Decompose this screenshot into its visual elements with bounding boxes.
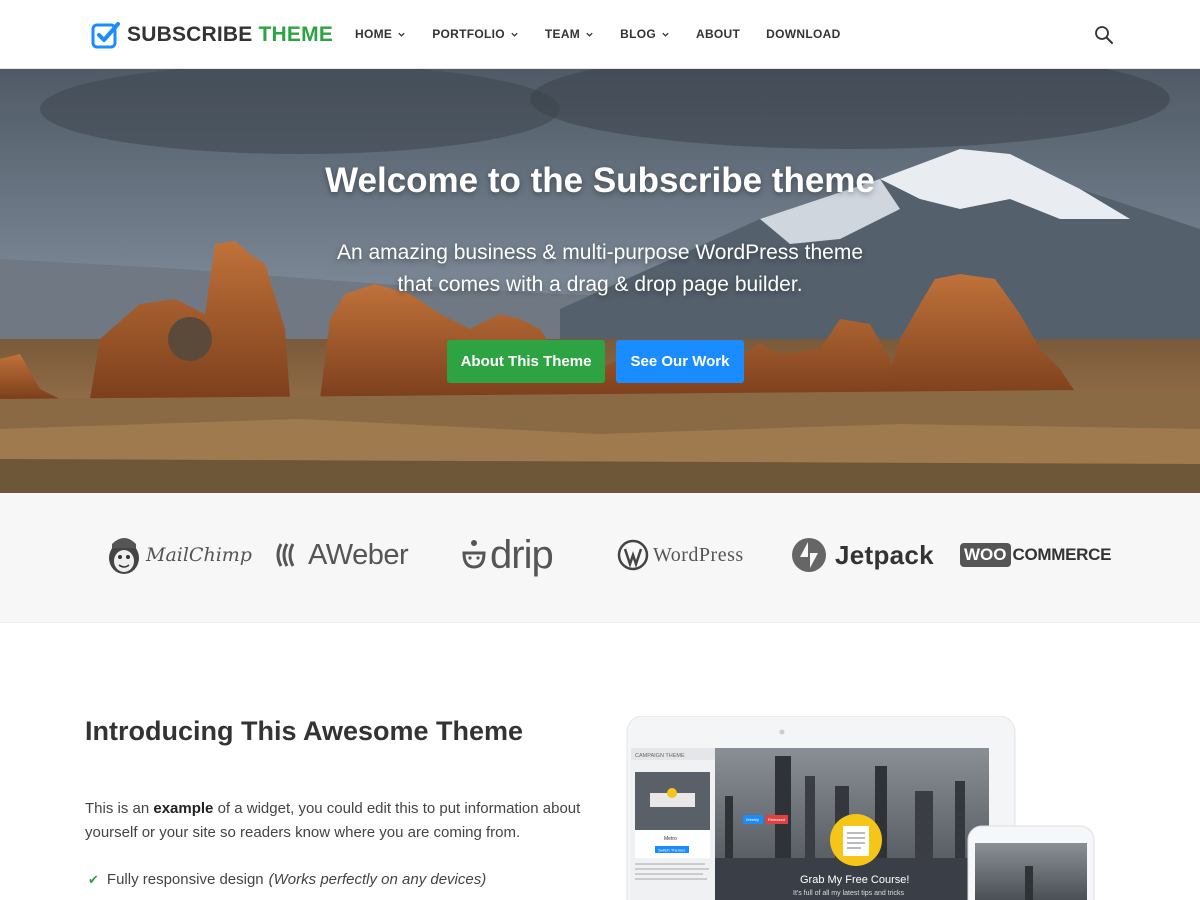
- nav-label: HOME: [355, 27, 393, 41]
- nav-item-home[interactable]: HOME: [355, 27, 406, 41]
- jetpack-logo: Jetpack: [791, 533, 934, 577]
- site-logo[interactable]: SUBSCRIBE THEME: [91, 20, 333, 50]
- see-our-work-button[interactable]: See Our Work: [616, 340, 744, 383]
- hero-banner: Welcome to the Subscribe theme An amazin…: [0, 69, 1200, 493]
- nav-label: ABOUT: [695, 27, 741, 41]
- site-title: SUBSCRIBE THEME: [127, 23, 334, 46]
- chevron-down-icon: [511, 32, 518, 37]
- wordpress-logo: WordPress: [617, 533, 744, 577]
- chevron-down-icon: [586, 32, 593, 37]
- nav-label: DOWNLOAD: [766, 27, 841, 41]
- feature-label: Fully responsive design: [106, 871, 264, 888]
- check-icon: ✔: [88, 871, 99, 887]
- aweber-logo: AWeber: [275, 533, 409, 577]
- aweber-name: AWeber: [308, 538, 409, 571]
- mockup-tag-released: Released: [768, 817, 785, 822]
- chevron-down-icon: [398, 32, 405, 37]
- search-icon[interactable]: [1094, 25, 1114, 45]
- intro-text-bold: example: [153, 800, 214, 817]
- jetpack-icon: [792, 538, 826, 572]
- checkbox-icon: [91, 22, 120, 49]
- drip-logo: drip: [462, 532, 554, 577]
- mockup-sidebar-item: Metro: [664, 836, 677, 842]
- device-mockup-image: CAMPAIGN THEME Metro Switch Themes Weekl…: [625, 716, 1095, 900]
- partner-logos: MailChimp AWeber drip WordPress Jetpack …: [0, 493, 1200, 623]
- nav-item-portfolio[interactable]: PORTFOLIO: [432, 27, 519, 41]
- hero-subtitle-line: that comes with a drag & drop page build…: [397, 273, 803, 296]
- mockup-sidebar-title: CAMPAIGN THEME: [635, 753, 685, 759]
- aweber-icon: [276, 543, 295, 567]
- mockup-tag-weekly: Weekly: [746, 817, 759, 822]
- intro-text: This is an example of a widget, you coul…: [85, 797, 585, 845]
- hero-subtitle: An amazing business & multi-purpose Word…: [300, 237, 900, 301]
- nav-label: PORTFOLIO: [432, 27, 505, 41]
- chevron-down-icon: [662, 32, 669, 37]
- woo-bubble: WOO: [960, 543, 1011, 567]
- mockup-sidebar-button: Switch Themes: [658, 848, 685, 853]
- mockup-cta-title: Grab My Free Course!: [800, 874, 909, 886]
- mockup-cta-subtitle: It's full of all my latest tips and tric…: [793, 890, 905, 897]
- intro-text-part: This is an: [85, 800, 154, 817]
- hero-subtitle-line: An amazing business & multi-purpose Word…: [336, 241, 863, 264]
- feature-note: (Works perfectly on any devices): [268, 871, 487, 888]
- site-header: SUBSCRIBE THEME HOME PORTFOLIO TEAM BLOG…: [0, 0, 1200, 69]
- woocommerce-name: COMMERCE: [1012, 545, 1112, 564]
- mailchimp-icon: [109, 538, 139, 574]
- about-theme-button[interactable]: About This Theme: [447, 340, 605, 383]
- drip-name: drip: [490, 532, 554, 577]
- woocommerce-logo: WOO COMMERCE: [960, 533, 1111, 577]
- drip-icon: [462, 540, 486, 569]
- mailchimp-name: MailChimp: [146, 544, 252, 566]
- hero-title: Welcome to the Subscribe theme: [325, 161, 875, 200]
- jetpack-name: Jetpack: [835, 539, 934, 570]
- feature-item: ✔ Fully responsive design (Works perfect…: [88, 871, 486, 888]
- nav-label: BLOG: [620, 27, 656, 41]
- device-mockup-svg: CAMPAIGN THEME Metro Switch Themes Weekl…: [626, 716, 1095, 900]
- wordpress-icon: [617, 539, 649, 571]
- nav-item-blog[interactable]: BLOG: [620, 27, 670, 41]
- mailchimp-logo: MailChimp: [106, 533, 252, 577]
- nav-item-team[interactable]: TEAM: [545, 27, 594, 41]
- intro-title: Introducing This Awesome Theme: [85, 716, 524, 746]
- wordpress-name: WordPress: [653, 543, 744, 566]
- main-nav: HOME PORTFOLIO TEAM BLOG ABOUT DOWNLOAD: [355, 27, 867, 41]
- nav-label: TEAM: [544, 27, 581, 41]
- nav-item-about[interactable]: ABOUT: [696, 27, 740, 41]
- nav-item-download[interactable]: DOWNLOAD: [766, 27, 840, 41]
